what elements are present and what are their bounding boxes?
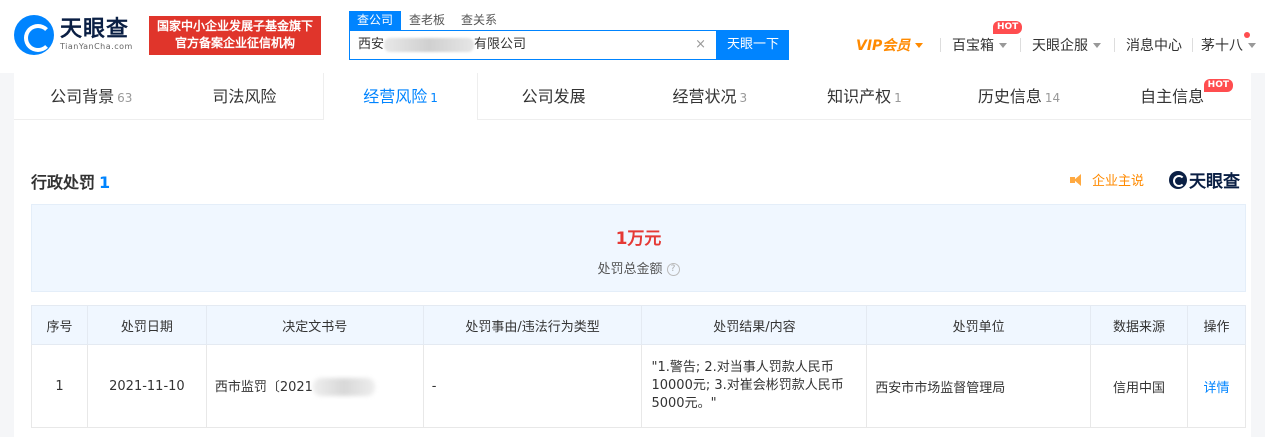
- tianyancha-logo-icon: [1169, 170, 1187, 189]
- search-tab-relation[interactable]: 查关系: [453, 11, 505, 30]
- search-tab-boss[interactable]: 查老板: [401, 11, 453, 30]
- logo-domain: TianYanCha.com: [60, 42, 133, 51]
- search-input[interactable]: 西安 有限公司 ×: [349, 30, 717, 60]
- help-icon[interactable]: ?: [666, 263, 680, 276]
- penalty-table: 序号 处罚日期 决定文书号 处罚事由/违法行为类型 处罚结果/内容 处罚单位 数…: [31, 305, 1247, 428]
- vip-menu[interactable]: VIP会员: [856, 35, 924, 55]
- tianyancha-logo-icon: [14, 15, 54, 55]
- divider: [940, 38, 941, 52]
- cell-index: 1: [31, 344, 88, 428]
- hot-badge: HOT: [993, 21, 1023, 34]
- logo-text: 天眼查: [60, 17, 130, 42]
- col-source: 数据来源: [1090, 305, 1188, 345]
- chevron-down-icon: [915, 42, 924, 48]
- chevron-down-icon: [1248, 42, 1256, 48]
- speaker-icon: [1070, 173, 1084, 186]
- table-row: 1 2021-11-10 西市监罚〔2021 - "1.警告; 2.对当事人罚款…: [31, 344, 1247, 428]
- logo[interactable]: 天眼查 TianYanCha.com: [14, 15, 133, 55]
- section-title: 行政处罚 1: [31, 173, 111, 192]
- cell-action: 详情: [1186, 344, 1247, 428]
- certification-badge: 国家中小企业发展子基金旗下 官方备案企业征信机构: [149, 16, 321, 55]
- clear-icon[interactable]: ×: [695, 31, 706, 59]
- total-amount-label: 处罚总金额?: [32, 258, 1245, 277]
- notification-dot: [1244, 32, 1250, 38]
- enterprise-say-link[interactable]: 企业主说: [1070, 170, 1144, 189]
- chevron-down-icon: [1093, 42, 1101, 48]
- tab-operating-status[interactable]: 经营状况 3: [633, 73, 788, 120]
- col-reason: 处罚事由/违法行为类型: [422, 305, 643, 345]
- main-card: 公司背景 63 司法风险 经营风险 1 公司发展 经营状况 3 知识产权 1 历史信息 1…: [14, 73, 1251, 437]
- divider: [1192, 38, 1193, 52]
- hot-badge: HOT: [1203, 79, 1233, 92]
- cell-reason: -: [422, 344, 643, 428]
- search-tab-company[interactable]: 查公司: [349, 11, 402, 30]
- detail-link[interactable]: 详情: [1203, 381, 1229, 396]
- search-button[interactable]: 天眼一下: [717, 30, 789, 60]
- col-date: 处罚日期: [86, 305, 207, 345]
- tab-judicial-risk[interactable]: 司法风险: [169, 73, 324, 120]
- penalty-summary: 1万元 处罚总金额?: [31, 204, 1246, 292]
- cell-doc-number: 西市监罚〔2021: [205, 344, 424, 428]
- cell-source: 信用中国: [1090, 344, 1188, 428]
- chevron-down-icon: [999, 42, 1007, 48]
- divider: [1114, 38, 1115, 52]
- redacted-blur: [312, 378, 375, 397]
- col-action: 操作: [1186, 305, 1247, 345]
- col-unit: 处罚单位: [866, 305, 1092, 345]
- top-header: 天眼查 TianYanCha.com 国家中小企业发展子基金旗下 官方备案企业征…: [0, 0, 1265, 73]
- baibaoxiang-menu[interactable]: 百宝箱: [952, 35, 1007, 55]
- tab-company-development[interactable]: 公司发展: [478, 73, 633, 120]
- brand-watermark: 天眼查: [1169, 167, 1240, 192]
- divider: [1020, 38, 1021, 52]
- user-menu[interactable]: 茅十八: [1201, 35, 1256, 55]
- col-result: 处罚结果/内容: [641, 305, 868, 345]
- cell-result: "1.警告; 2.对当事人罚款人民币10000元; 3.对崔会彬罚款人民币500…: [641, 344, 868, 428]
- search-type-tabs: 查公司 查老板 查关系: [349, 11, 505, 30]
- table-header-row: 序号 处罚日期 决定文书号 处罚事由/违法行为类型 处罚结果/内容 处罚单位 数…: [31, 305, 1247, 345]
- cell-unit: 西安市市场监督管理局: [866, 344, 1092, 428]
- page: 天眼查 TianYanCha.com 国家中小企业发展子基金旗下 官方备案企业征…: [0, 0, 1265, 437]
- tab-intellectual-property[interactable]: 知识产权 1: [787, 73, 942, 120]
- tab-history-info[interactable]: 历史信息 14: [942, 73, 1097, 120]
- message-center-link[interactable]: 消息中心: [1126, 35, 1182, 55]
- tab-self-info[interactable]: 自主信息 HOT: [1096, 73, 1251, 120]
- redacted-blur: [384, 37, 475, 52]
- col-index: 序号: [31, 305, 88, 345]
- tab-company-background[interactable]: 公司背景 63: [14, 73, 169, 120]
- total-amount: 1万元: [615, 229, 662, 249]
- enterprise-service-menu[interactable]: 天眼企服: [1032, 35, 1101, 55]
- tab-operating-risk[interactable]: 经营风险 1: [323, 73, 478, 120]
- category-tabs: 公司背景 63 司法风险 经营风险 1 公司发展 经营状况 3 知识产权 1 历史信息 1…: [14, 73, 1251, 120]
- col-doc-number: 决定文书号: [205, 305, 424, 345]
- cell-date: 2021-11-10: [86, 344, 207, 428]
